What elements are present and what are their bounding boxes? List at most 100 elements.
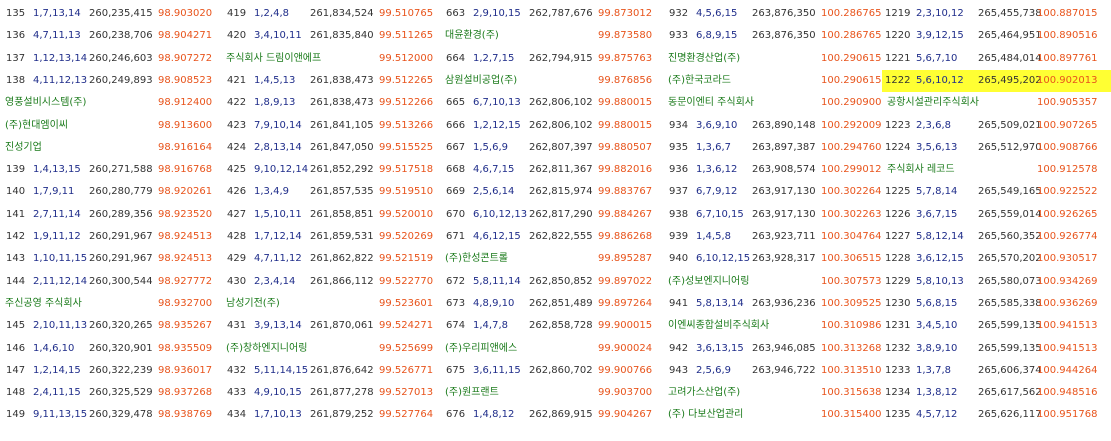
rank-number: 668 (446, 164, 466, 176)
rank-row: 136 4,7,11,13 260,238,706 98.904271 (0, 25, 220, 47)
company-row: 진성기업 98.916164 (0, 137, 220, 159)
bid-rate: 99.900024 (598, 342, 653, 354)
combination: 1,3,6,12 (696, 164, 738, 176)
rank-row: 420 3,4,10,11 261,835,840 99.511265 (221, 25, 439, 47)
combination: 6,10,12,13 (473, 208, 528, 220)
company-name: (주)한국코라드 (668, 74, 732, 86)
bid-amount: 263,908,574 (752, 164, 816, 176)
combination: 6,7,10,15 (696, 208, 744, 220)
bid-rate: 99.527764 (379, 409, 434, 421)
company-name: 진명환경산업(주) (668, 52, 741, 64)
company-row: (주)한국코라드 100.290615 (663, 70, 881, 92)
bid-results-grid: 135 1,7,13,14 260,235,415 98.903020 136 4,7,1… (0, 0, 1111, 441)
company-name: 남성기전(주) (226, 297, 280, 309)
rank-row: 1235 4,5,7,12 265,626,117 100.951768 (882, 404, 1111, 426)
bid-amount: 263,876,350 (752, 30, 816, 42)
bid-rate: 98.923520 (158, 208, 213, 220)
combination: 1,2,12,15 (473, 119, 521, 131)
bid-amount: 261,877,278 (310, 387, 374, 399)
bid-amount: 262,850,852 (529, 275, 593, 287)
rank-row: 141 2,7,11,14 260,289,356 98.923520 (0, 204, 220, 226)
rank-number: 676 (446, 409, 466, 421)
bid-amount: 265,484,014 (978, 52, 1042, 64)
rank-row: 1224 3,5,6,13 265,512,970 100.908766 (882, 137, 1111, 159)
company-row: 공항시설관리주식회사 100.905357 (882, 92, 1111, 114)
bid-rate: 100.897761 (1037, 52, 1098, 64)
bid-rate: 99.526771 (379, 364, 434, 376)
combination: 1,4,5,13 (254, 74, 296, 86)
bid-rate: 99.527013 (379, 387, 434, 399)
combination: 5,6,8,15 (916, 297, 958, 309)
bid-rate: 100.907265 (1037, 119, 1098, 131)
company-name: 이엔씨종합설비주식회사 (668, 320, 770, 332)
combination: 1,5,6,9 (473, 141, 508, 153)
bid-rate: 100.890516 (1037, 30, 1098, 42)
bid-amount: 261,857,535 (310, 186, 374, 198)
bid-rate: 99.880015 (598, 97, 653, 109)
rank-row: 671 4,6,12,15 262,822,555 99.886268 (440, 226, 662, 248)
combination: 1,2,14,15 (33, 364, 81, 376)
rank-row: 434 1,7,10,13 261,879,252 99.527764 (221, 404, 439, 426)
rank-number: 431 (227, 320, 247, 332)
bid-rate: 99.895287 (598, 253, 653, 265)
bid-rate: 99.511265 (379, 30, 434, 42)
combination: 3,4,5,10 (916, 320, 958, 332)
company-name: 대윤환경(주) (445, 30, 499, 42)
bid-rate: 99.522770 (379, 275, 434, 287)
bid-amount: 260,291,967 (89, 253, 153, 265)
company-row: 주신공영 주식회사 98.932700 (0, 293, 220, 315)
rank-number: 136 (6, 30, 26, 42)
bid-rate: 98.938769 (158, 409, 213, 421)
company-name: 삼원설비공업(주) (445, 74, 518, 86)
rank-row: 1220 3,9,12,15 265,464,951 100.890516 (882, 25, 1111, 47)
combination: 3,9,13,14 (254, 320, 302, 332)
combination: 4,7,11,12 (254, 253, 302, 265)
combination: 6,10,12,15 (696, 253, 751, 265)
bid-rate: 99.904267 (598, 409, 653, 421)
bid-amount: 261,866,112 (310, 275, 374, 287)
rank-number: 426 (227, 186, 247, 198)
bid-rate: 98.913600 (158, 119, 213, 131)
combination: 3,6,7,15 (916, 208, 958, 220)
rank-number: 665 (446, 97, 466, 109)
bid-rate: 98.935509 (158, 342, 213, 354)
bid-amount: 260,238,706 (89, 30, 153, 42)
company-name: (주)한성콘트롤 (445, 253, 509, 265)
bid-rate: 98.908523 (158, 74, 213, 86)
rank-number: 1223 (885, 119, 911, 131)
company-row: 고려가스산업(주) 100.315638 (663, 382, 881, 404)
bid-rate: 99.512000 (379, 52, 434, 64)
rank-row: 419 1,2,4,8 261,834,524 99.510765 (221, 3, 439, 25)
bid-amount: 265,580,073 (978, 275, 1042, 287)
combination: 2,3,10,12 (916, 8, 964, 19)
combination: 1,3,7,8 (916, 364, 951, 376)
company-name: (주) 다보산업관리 (668, 409, 744, 421)
bid-rate: 99.875763 (598, 52, 653, 64)
bid-rate: 99.882016 (598, 164, 653, 176)
bid-rate: 99.512265 (379, 74, 434, 86)
bid-amount: 261,858,851 (310, 208, 374, 220)
bid-rate: 98.907272 (158, 52, 213, 64)
bid-rate: 100.902013 (1037, 74, 1098, 86)
bid-rate: 98.937268 (158, 387, 213, 399)
company-name: (주)창하엔지니어링 (226, 342, 308, 354)
combination: 1,7,10,13 (254, 409, 302, 421)
bid-amount: 265,559,014 (978, 208, 1042, 220)
rank-row: 138 4,11,12,13 260,249,893 98.908523 (0, 70, 220, 92)
rank-number: 142 (6, 231, 26, 242)
combination: 9,11,13,15 (33, 409, 88, 421)
bid-rate: 98.920261 (158, 186, 213, 198)
bid-amount: 265,455,738 (978, 8, 1042, 19)
bid-amount: 263,917,130 (752, 186, 816, 198)
bid-rate: 100.286765 (821, 8, 882, 19)
bid-rate: 99.884267 (598, 208, 653, 220)
combination: 1,8,9,13 (254, 97, 296, 109)
company-name: 주신공영 주식회사 (5, 297, 82, 309)
bid-rate: 100.292009 (821, 119, 882, 131)
company-name: 동문이엔티 주식회사 (668, 97, 754, 109)
rank-row: 423 7,9,10,14 261,841,105 99.513266 (221, 115, 439, 137)
rank-row: 431 3,9,13,14 261,870,061 99.524271 (221, 315, 439, 337)
combination: 2,9,10,15 (473, 8, 521, 19)
combination: 4,5,7,12 (916, 409, 958, 421)
bid-amount: 262,858,728 (529, 320, 593, 332)
